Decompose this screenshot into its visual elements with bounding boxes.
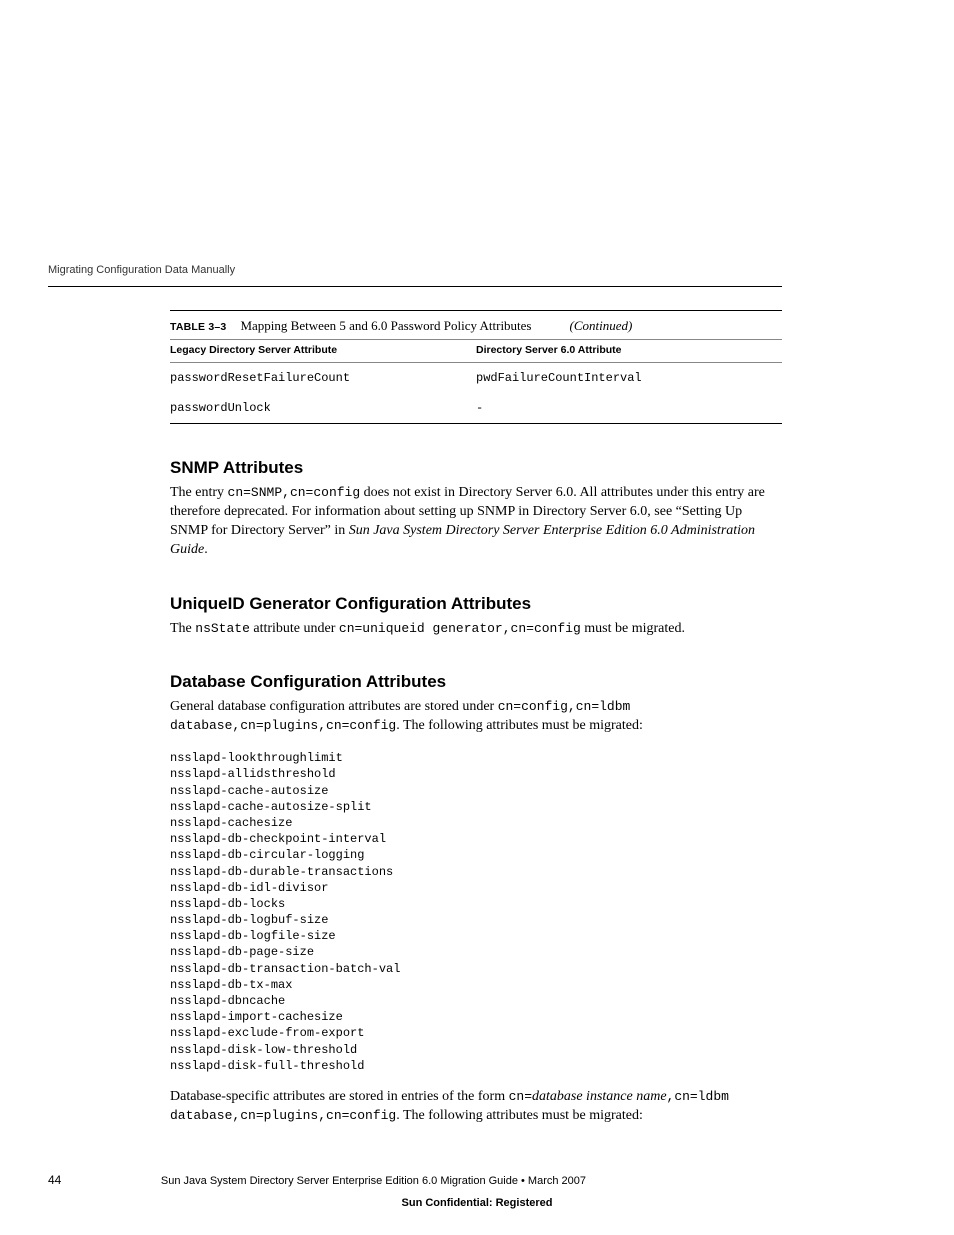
placeholder-name: database instance name [532,1089,667,1104]
column-header-legacy: Legacy Directory Server Attribute [170,340,476,363]
section-heading-snmp: SNMP Attributes [170,458,782,478]
footer-book-title: Sun Java System Directory Server Enterpr… [161,1175,586,1187]
cell-v6: pwdFailureCountInterval [476,363,782,394]
inline-code: cn=uniqueid generator,cn=config [339,621,581,636]
database-paragraph-2: Database-specific attributes are stored … [170,1088,782,1126]
inline-code: nsState [195,621,250,636]
text: must be migrated. [581,621,685,636]
section-heading-database: Database Configuration Attributes [170,672,782,692]
text: . The following attributes must be migra… [396,1108,643,1123]
text: . [204,542,208,557]
text: The [170,621,195,636]
column-header-v6: Directory Server 6.0 Attribute [476,340,782,363]
inline-code: cn=SNMP,cn=config [228,485,361,500]
text: attribute under [250,621,339,636]
table-label: TABLE 3–3 [170,321,236,333]
text: General database configuration attribute… [170,699,498,714]
table-header-row: Legacy Directory Server Attribute Direct… [170,340,782,363]
text: The entry [170,485,228,500]
page-footer: 44 Sun Java System Directory Server Ente… [48,1173,782,1187]
table-continued: (Continued) [570,318,633,333]
cell-v6: - [476,393,782,424]
page-number: 44 [48,1173,158,1187]
text: Database-specific attributes are stored … [170,1089,509,1104]
header-rule [48,286,782,287]
text: . The following attributes must be migra… [396,718,643,733]
cell-legacy: passwordUnlock [170,393,476,424]
mapping-table: TABLE 3–3 Mapping Between 5 and 6.0 Pass… [170,310,782,424]
database-paragraph-1: General database configuration attribute… [170,698,782,736]
confidentiality-notice: Sun Confidential: Registered [0,1197,954,1209]
uniqueid-paragraph: The nsState attribute under cn=uniqueid … [170,620,782,639]
table-caption-row: TABLE 3–3 Mapping Between 5 and 6.0 Pass… [170,311,782,340]
cell-legacy: passwordResetFailureCount [170,363,476,394]
content-area: TABLE 3–3 Mapping Between 5 and 6.0 Pass… [170,310,782,1130]
table-caption: Mapping Between 5 and 6.0 Password Polic… [240,318,531,333]
attribute-list: nsslapd-lookthroughlimit nsslapd-allidst… [170,750,782,1074]
inline-code: cn= [509,1089,532,1104]
snmp-paragraph: The entry cn=SNMP,cn=config does not exi… [170,484,782,560]
page: Migrating Configuration Data Manually TA… [0,0,954,1235]
section-heading-uniqueid: UniqueID Generator Configuration Attribu… [170,594,782,614]
table-row: passwordResetFailureCount pwdFailureCoun… [170,363,782,394]
running-head: Migrating Configuration Data Manually [48,264,235,276]
table-row: passwordUnlock - [170,393,782,424]
